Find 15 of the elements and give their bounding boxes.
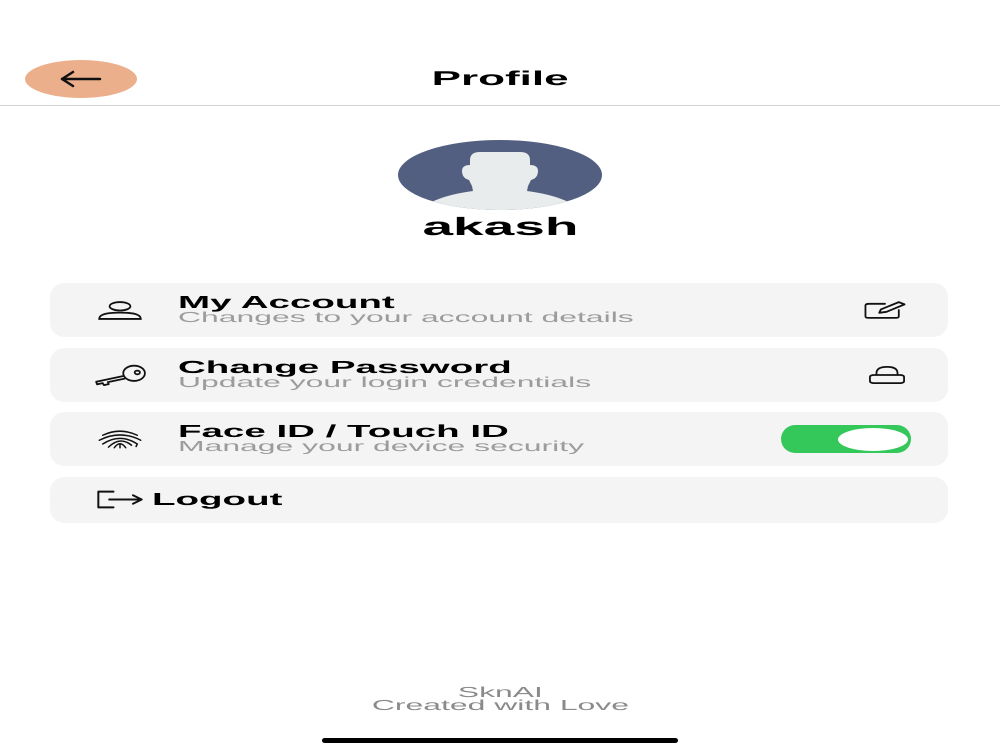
menu-item-subtitle: Manage your device security [178, 440, 584, 455]
fingerprint-icon [97, 429, 143, 449]
user-name: akash [422, 212, 578, 242]
back-arrow-icon [60, 70, 102, 88]
page-title: Profile [432, 67, 568, 91]
toggle-switch[interactable] [781, 425, 911, 453]
footer-tagline: Created with Love [371, 700, 629, 712]
menu-item-title: Face ID / Touch ID [178, 423, 509, 440]
menu-item[interactable]: Change Password Update your login credentials [50, 348, 948, 402]
menu-item[interactable]: My Account Changes to your account details [50, 283, 948, 337]
brand-name: SknAI [457, 686, 543, 700]
logout-button[interactable]: Logout [50, 476, 948, 522]
edit-icon [862, 301, 908, 319]
key-icon [94, 364, 146, 386]
lock-icon [866, 364, 908, 384]
